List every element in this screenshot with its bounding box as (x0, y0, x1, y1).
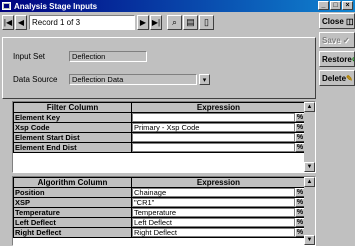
expression-input[interactable]: Temperature (132, 208, 295, 217)
algorithm-column-header: Algorithm Column (13, 177, 132, 188)
document-icon: ▯ (204, 17, 209, 27)
table-row: Element Start Dist % (13, 132, 306, 143)
next-record-button[interactable]: ▶ (137, 15, 149, 30)
filter-column-header: Filter Column (13, 102, 132, 113)
algorithm-expression-cell: Chainage% (131, 187, 306, 198)
input-set-panel: Input Set Deflection Data Source Deflect… (2, 37, 316, 99)
restore-label: Restore (322, 54, 352, 64)
algorithm-expression-cell: Right Deflect% (131, 227, 306, 238)
first-record-icon: |◀ (3, 18, 13, 27)
dropdown-icon: ▾ (202, 76, 207, 84)
expression-input[interactable]: Right Deflect (132, 228, 295, 237)
expression-input[interactable]: "CR1" (132, 198, 295, 207)
close-button[interactable]: Close ◫ (319, 13, 355, 29)
table-row: Temperature Temperature% (13, 207, 306, 218)
filter-expression-cell: % (131, 132, 306, 143)
last-record-button[interactable]: ▶| (150, 15, 162, 30)
filter-table: Filter Column Expression Element Key % X… (13, 102, 306, 153)
delete-button[interactable]: Delete ✎ (319, 70, 355, 86)
last-record-icon: ▶| (151, 18, 161, 27)
expression-input[interactable]: Left Deflect (132, 218, 295, 227)
new-record-button[interactable]: ▯ (199, 15, 214, 30)
restore-button[interactable]: Restore↺ (319, 51, 355, 67)
find-button[interactable]: ⌕ (167, 15, 182, 30)
window-controls: _ □ × (318, 1, 353, 10)
algorithm-column-name: Left Deflect (13, 217, 132, 228)
filter-button[interactable]: ▤ (183, 15, 198, 30)
record-indicator[interactable]: Record 1 of 3 (29, 15, 135, 30)
filter-expression-header: Expression (131, 102, 306, 113)
scroll-up-arrow[interactable]: ▲ (304, 102, 315, 112)
first-record-button[interactable]: |◀ (2, 15, 14, 30)
window-title: Analysis Stage Inputs (14, 1, 98, 11)
filter-expression-cell: Primary - Xsp Code% (131, 122, 306, 133)
scroll-up-arrow[interactable]: ▲ (304, 177, 315, 187)
algorithm-column-name: XSP (13, 197, 132, 208)
form-icon: ▤ (186, 17, 195, 27)
filter-column-name: Element Key (13, 112, 132, 123)
table-row: Right Deflect Right Deflect% (13, 227, 306, 238)
save-icon: ✓ (342, 35, 350, 45)
data-source-field[interactable]: Deflection Data (69, 74, 197, 85)
filter-column-name: Element Start Dist (13, 132, 132, 143)
data-source-label: Data Source (13, 75, 58, 84)
app-icon (2, 2, 11, 10)
expression-input[interactable]: Chainage (132, 188, 295, 197)
expression-input[interactable] (132, 133, 295, 142)
prev-record-icon: ◀ (17, 18, 25, 27)
close-icon: ◫ (346, 16, 354, 26)
algorithm-expression-cell: "CR1"% (131, 197, 306, 208)
filter-column-name: Xsp Code (13, 122, 132, 133)
data-source-dropdown-button[interactable]: ▾ (199, 74, 210, 85)
table-row: Element Key % (13, 112, 306, 123)
input-set-label: Input Set (13, 52, 46, 61)
action-buttons: Close ◫ Save ✓ Restore↺ Delete✎ (319, 13, 355, 89)
filter-expression-cell: % (131, 142, 306, 153)
algorithm-grid: Algorithm Column Expression Position Cha… (12, 176, 316, 246)
save-label: Save (322, 35, 341, 45)
algorithm-column-name: Temperature (13, 207, 132, 218)
close-label: Close (322, 16, 344, 26)
save-button[interactable]: Save ✓ (319, 32, 355, 48)
delete-icon: ✎ (346, 73, 353, 83)
binoculars-icon: ⌕ (171, 17, 178, 27)
input-set-field[interactable]: Deflection (69, 51, 147, 62)
next-record-icon: ▶ (139, 18, 147, 27)
table-row: Element End Dist % (13, 142, 306, 153)
algorithm-column-name: Position (13, 187, 132, 198)
maximize-button[interactable]: □ (330, 1, 341, 10)
table-row: Xsp Code Primary - Xsp Code% (13, 122, 306, 133)
filter-scrollbar[interactable]: ▲ ▼ (304, 102, 315, 172)
delete-label: Delete (322, 73, 347, 83)
record-navigation: |◀ ◀ Record 1 of 3 ▶ ▶| ⌕ ▤ ▯ (0, 13, 318, 32)
table-row: XSP "CR1"% (13, 197, 306, 208)
expression-input[interactable] (132, 143, 295, 152)
minimize-button[interactable]: _ (318, 1, 329, 10)
table-row: Left Deflect Left Deflect% (13, 217, 306, 228)
algorithm-expression-header: Expression (131, 177, 306, 188)
scroll-down-arrow[interactable]: ▼ (304, 235, 315, 245)
algorithm-column-name: Right Deflect (13, 227, 132, 238)
algorithm-expression-cell: Temperature% (131, 207, 306, 218)
filter-column-name: Element End Dist (13, 142, 132, 153)
algorithm-header-row: Algorithm Column Expression (13, 177, 306, 188)
filter-header-row: Filter Column Expression (13, 102, 306, 113)
expression-input[interactable] (132, 113, 295, 122)
algorithm-expression-cell: Left Deflect% (131, 217, 306, 228)
filter-grid: Filter Column Expression Element Key % X… (12, 101, 316, 173)
algorithm-table: Algorithm Column Expression Position Cha… (13, 177, 306, 238)
scroll-down-arrow[interactable]: ▼ (304, 162, 315, 172)
title-bar: Analysis Stage Inputs _ □ × (0, 0, 355, 12)
prev-record-button[interactable]: ◀ (15, 15, 27, 30)
window-close-button[interactable]: × (342, 1, 353, 10)
algorithm-scrollbar[interactable]: ▲ ▼ (304, 177, 315, 245)
filter-expression-cell: % (131, 112, 306, 123)
expression-input[interactable]: Primary - Xsp Code (132, 123, 295, 132)
table-row: Position Chainage% (13, 187, 306, 198)
